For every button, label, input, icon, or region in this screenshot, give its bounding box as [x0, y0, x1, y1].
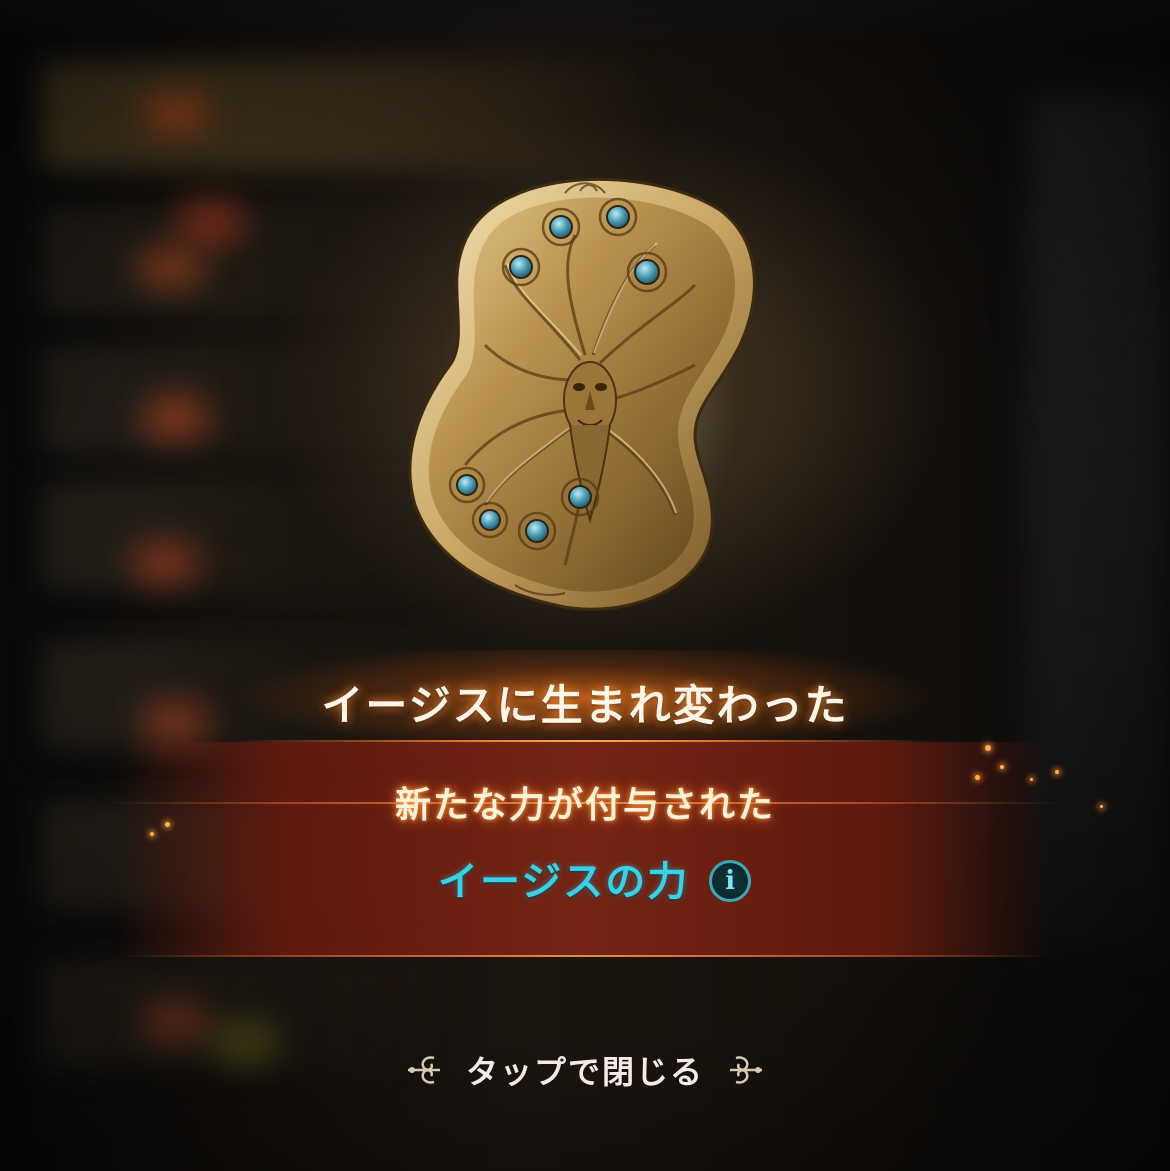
- tap-to-close-button[interactable]: タップで閉じる: [385, 1040, 785, 1100]
- info-icon[interactable]: i: [709, 860, 752, 902]
- new-power-subtitle: 新たな力が付与された: [394, 785, 775, 826]
- aegis-shield-icon: [395, 165, 775, 630]
- divider-line: [120, 955, 1050, 957]
- ornament-right-icon: [730, 1056, 762, 1084]
- power-row: イージスの力 i: [438, 848, 752, 908]
- close-prompt-text: タップで閉じる: [465, 1053, 704, 1091]
- power-name: イージスの力: [438, 859, 690, 905]
- transform-title: イージスに生まれ変わった: [321, 681, 849, 730]
- ornament-left-icon: [407, 1056, 440, 1084]
